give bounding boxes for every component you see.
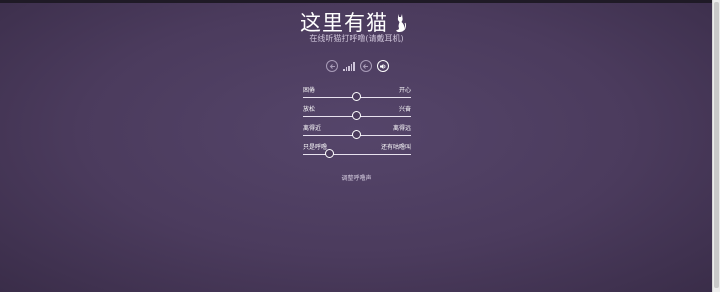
slider-left-label: 放松 <box>303 106 316 113</box>
slider-right-label: 离得远 <box>392 125 411 132</box>
arrow-left-icon <box>329 63 335 69</box>
slider-relaxed-excited[interactable]: 放松 兴奋 <box>303 106 411 124</box>
speaker-button[interactable] <box>376 60 389 72</box>
arrow-left-icon <box>362 63 368 69</box>
player-controls <box>326 59 389 73</box>
slider-thumb[interactable] <box>352 130 361 139</box>
next-button[interactable] <box>359 60 372 72</box>
slider-purr-chirp[interactable]: 只是呼噜 还有咕噜叫 <box>303 144 411 162</box>
page-title: 这里有猫 <box>300 11 388 35</box>
speaker-icon <box>379 63 385 69</box>
slider-left-label: 困倦 <box>303 87 316 94</box>
cat-icon <box>394 13 406 33</box>
slider-track[interactable] <box>303 154 411 155</box>
prev-button[interactable] <box>326 60 338 72</box>
scrollbar[interactable] <box>712 0 720 292</box>
adjust-purr-hint: 调整呼噜声 <box>341 175 372 182</box>
slider-near-far[interactable]: 离得近 离得远 <box>303 125 411 143</box>
slider-thumb[interactable] <box>352 111 361 120</box>
page-subtitle: 在线听猫打呼噜(请戴耳机) <box>309 34 404 43</box>
slider-left-label: 离得近 <box>303 125 322 132</box>
slider-sleepy-happy[interactable]: 困倦 开心 <box>303 87 411 105</box>
scrollbar-thumb[interactable] <box>714 2 719 288</box>
slider-left-label: 只是呼噜 <box>303 144 328 151</box>
slider-thumb[interactable] <box>352 92 361 101</box>
slider-right-label: 开心 <box>398 87 411 94</box>
slider-thumb[interactable] <box>325 149 334 158</box>
slider-right-label: 还有咕噜叫 <box>380 144 411 151</box>
signal-bars-icon[interactable] <box>343 61 355 71</box>
top-border <box>0 0 713 3</box>
slider-right-label: 兴奋 <box>398 106 411 113</box>
